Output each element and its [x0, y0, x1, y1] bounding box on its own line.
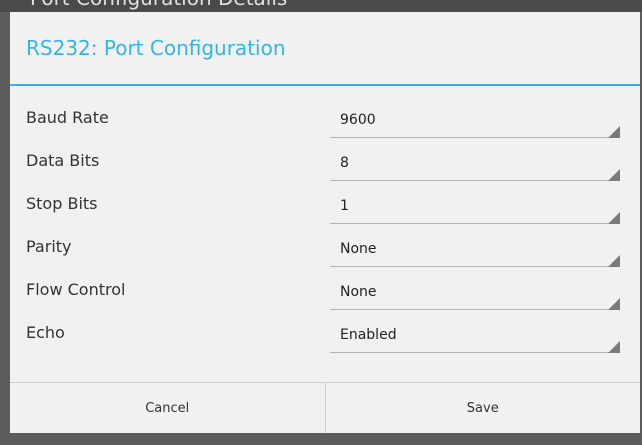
baud-rate-spinner[interactable]: 9600	[330, 102, 620, 142]
dialog-header: RS232: Port Configuration	[10, 12, 640, 86]
data-bits-value: 8	[340, 155, 349, 171]
echo-value: Enabled	[340, 327, 397, 343]
echo-spinner[interactable]: Enabled	[330, 317, 620, 357]
save-button[interactable]: Save	[326, 383, 641, 433]
data-bits-label: Data Bits	[26, 151, 100, 170]
baud-rate-label: Baud Rate	[26, 108, 109, 127]
background-window: Port Configuration Details	[0, 0, 642, 12]
parity-spinner[interactable]: None	[330, 231, 620, 271]
stop-bits-label: Stop Bits	[26, 194, 98, 213]
dropdown-corner-icon	[608, 126, 620, 138]
flow-control-value: None	[340, 284, 377, 300]
port-configuration-dialog: RS232: Port Configuration Baud Rate 9600…	[10, 12, 640, 433]
spinner-underline	[330, 309, 620, 310]
spinner-underline	[330, 137, 620, 138]
flow-control-label: Flow Control	[26, 280, 126, 299]
spinner-underline	[330, 352, 620, 353]
stop-bits-value: 1	[340, 198, 349, 214]
cancel-button[interactable]: Cancel	[10, 383, 325, 433]
dropdown-corner-icon	[608, 169, 620, 181]
spinner-underline	[330, 266, 620, 267]
data-bits-spinner[interactable]: 8	[330, 145, 620, 185]
baud-rate-value: 9600	[340, 112, 376, 128]
dropdown-corner-icon	[608, 255, 620, 267]
parity-label: Parity	[26, 237, 72, 256]
field-list: Baud Rate 9600 Data Bits 8 Stop Bits 1 P…	[10, 108, 640, 366]
echo-label: Echo	[26, 323, 65, 342]
flow-control-spinner[interactable]: None	[330, 274, 620, 314]
spinner-underline	[330, 180, 620, 181]
stop-bits-spinner[interactable]: 1	[330, 188, 620, 228]
dialog-button-bar: Cancel Save	[10, 382, 640, 433]
dialog-title: RS232: Port Configuration	[26, 36, 286, 60]
dropdown-corner-icon	[608, 298, 620, 310]
spinner-underline	[330, 223, 620, 224]
dropdown-corner-icon	[608, 212, 620, 224]
field-row-echo: Echo Enabled	[10, 323, 640, 366]
background-title: Port Configuration Details	[30, 0, 287, 10]
parity-value: None	[340, 241, 377, 257]
dropdown-corner-icon	[608, 341, 620, 353]
